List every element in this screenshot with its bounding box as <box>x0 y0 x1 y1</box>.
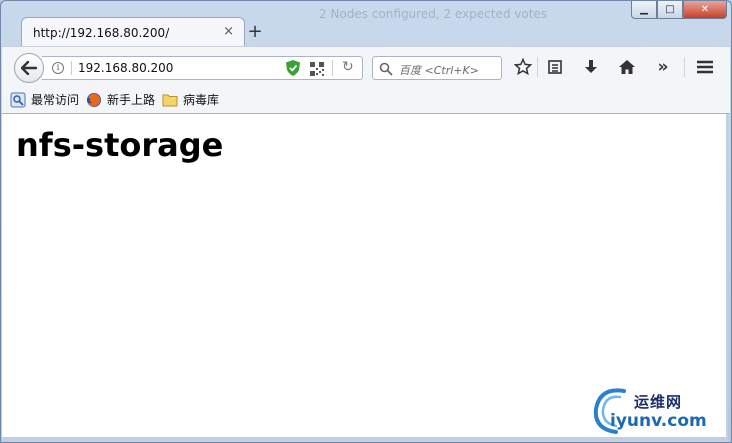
maximize-button[interactable]: □ <box>657 1 683 19</box>
bookmark-label: 病毒库 <box>183 93 220 107</box>
bookmark-label: 新手上路 <box>107 93 156 107</box>
toolbar-separator <box>537 57 538 77</box>
url-separator <box>71 61 72 75</box>
bookmark-getting-started[interactable]: 新手上路 <box>86 91 155 108</box>
home-icon[interactable] <box>616 57 638 77</box>
url-divider <box>332 60 333 76</box>
navigation-toolbar: i 192.168.80.200 ↻ 百度 <Ctrl+K> » <box>2 46 730 87</box>
info-icon[interactable]: i <box>52 62 64 74</box>
menu-hamburger-icon[interactable] <box>694 57 716 77</box>
search-icon <box>379 61 393 80</box>
toolbar-separator <box>684 57 685 77</box>
tab-active[interactable]: http://192.168.80.200/ × <box>21 17 245 47</box>
window-controls: ▁ □ ✕ <box>631 1 727 19</box>
close-window-button[interactable]: ✕ <box>683 1 727 19</box>
url-input[interactable]: 192.168.80.200 <box>78 61 173 75</box>
bookmark-most-visited[interactable]: 最常访问 <box>10 91 79 108</box>
watermark-logo: 运维网 iyunv.com <box>592 387 707 435</box>
tab-strip: http://192.168.80.200/ × + <box>9 17 609 47</box>
tab-close-icon[interactable]: × <box>223 24 234 39</box>
browser-window: 2 Nodes configured, 2 expected votes ▁ □… <box>0 0 732 443</box>
page-heading: nfs-storage <box>16 126 224 164</box>
new-tab-button[interactable]: + <box>245 21 265 42</box>
shield-icon[interactable] <box>286 60 300 80</box>
firefox-icon <box>86 92 102 108</box>
search-input[interactable]: 百度 <Ctrl+K> <box>399 62 479 78</box>
bookmark-label: 最常访问 <box>31 93 80 107</box>
bookmarks-list-icon[interactable] <box>544 57 566 77</box>
overflow-chevron-icon[interactable]: » <box>652 57 674 77</box>
qr-code-icon[interactable] <box>310 61 324 80</box>
url-bar[interactable]: i 192.168.80.200 ↻ <box>42 56 363 80</box>
download-icon[interactable] <box>580 57 602 77</box>
back-button[interactable] <box>14 53 44 83</box>
watermark-bottom-text: iyunv.com <box>610 411 707 431</box>
pin-icon <box>10 92 26 108</box>
tab-title: http://192.168.80.200/ <box>33 26 170 40</box>
folder-icon <box>162 92 178 108</box>
back-arrow-icon <box>21 61 37 75</box>
page-content: nfs-storage 运维网 iyunv.com <box>2 114 728 442</box>
search-bar[interactable]: 百度 <Ctrl+K> <box>372 56 502 80</box>
bookmark-star-icon[interactable] <box>512 57 534 77</box>
bookmarks-toolbar: 最常访问 新手上路 病毒库 <box>2 87 730 114</box>
minimize-button[interactable]: ▁ <box>631 1 657 19</box>
watermark-top-text: 运维网 <box>634 393 683 411</box>
reload-icon[interactable]: ↻ <box>342 59 354 75</box>
bookmark-virus-library[interactable]: 病毒库 <box>162 91 219 108</box>
